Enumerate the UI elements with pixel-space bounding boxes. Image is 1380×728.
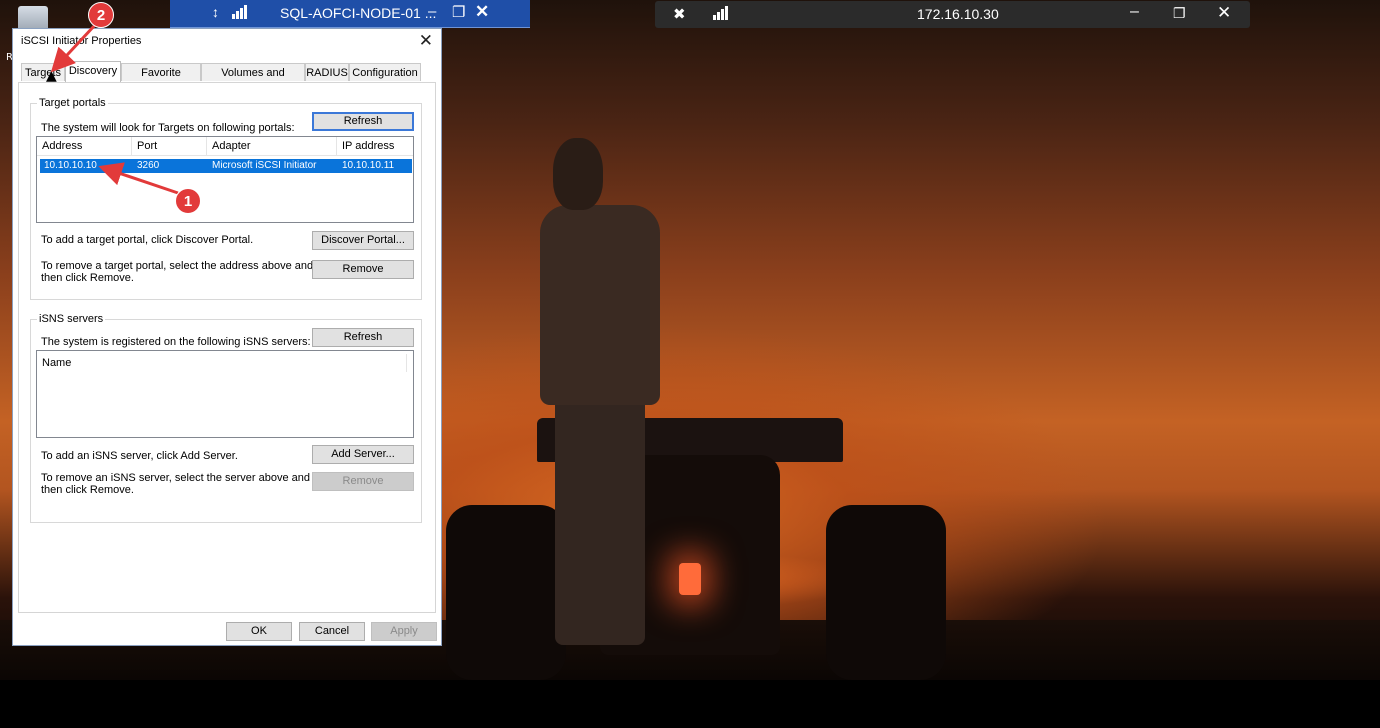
- car-left-wheel: [446, 505, 566, 680]
- car-rear-light: [679, 563, 701, 595]
- add-server-instructions: To add an iSNS server, click Add Server.: [41, 450, 238, 462]
- refresh-isns-button[interactable]: Refresh: [312, 328, 414, 347]
- annotation-badge-1: 1: [175, 188, 201, 214]
- remove-server-instructions-2: then click Remove.: [41, 484, 134, 496]
- isns-servers-group: iSNS servers The system is registered on…: [30, 313, 422, 523]
- remote-session-bar: ↕ SQL-AOFCI-NODE-01 ... – ❐ ✕: [170, 0, 530, 28]
- apply-button[interactable]: Apply: [371, 622, 437, 641]
- minimize-button[interactable]: –: [1130, 3, 1139, 21]
- list-header: Address Port Adapter IP address: [37, 137, 413, 156]
- close-icon[interactable]: ✕: [419, 31, 433, 51]
- table-row[interactable]: 10.10.10.10 3260 Microsoft iSCSI Initiat…: [40, 159, 412, 173]
- remove-portal-instructions-1: To remove a target portal, select the ad…: [41, 260, 314, 272]
- isns-servers-label: iSNS servers: [37, 313, 106, 325]
- close-button[interactable]: ✕: [475, 2, 489, 22]
- restore-button[interactable]: ❐: [1173, 5, 1186, 22]
- isns-description: The system is registered on the followin…: [41, 336, 311, 348]
- column-port[interactable]: Port: [132, 137, 207, 155]
- target-portals-list[interactable]: Address Port Adapter IP address 10.10.10…: [36, 136, 414, 223]
- unpin-icon[interactable]: ✖: [673, 5, 686, 23]
- target-portals-group: Target portals The system will look for …: [30, 97, 422, 300]
- column-ip-address[interactable]: IP address: [337, 137, 413, 155]
- add-server-button[interactable]: Add Server...: [312, 445, 414, 464]
- signal-icon[interactable]: [713, 6, 731, 23]
- discover-portal-button[interactable]: Discover Portal...: [312, 231, 414, 250]
- person-legs: [555, 395, 645, 645]
- target-portals-description: The system will look for Targets on foll…: [41, 122, 295, 134]
- connection-ip: 172.16.10.30: [917, 6, 999, 22]
- remove-server-instructions-1: To remove an iSNS server, select the ser…: [41, 472, 311, 484]
- add-portal-instructions: To add a target portal, click Discover P…: [41, 234, 254, 246]
- remove-portal-button[interactable]: Remove: [312, 260, 414, 279]
- person-body: [540, 205, 660, 405]
- connection-bar: ✖ 172.16.10.30 – ❐ ✕: [655, 1, 1250, 28]
- dialog-titlebar[interactable]: iSCSI Initiator Properties ✕: [13, 29, 441, 55]
- row-ip: 10.10.10.11: [342, 160, 395, 171]
- close-button[interactable]: ✕: [1217, 3, 1231, 23]
- remove-portal-instructions-2: then click Remove.: [41, 272, 134, 284]
- cancel-button[interactable]: Cancel: [299, 622, 365, 641]
- tab-favorite-targets[interactable]: Favorite Targets: [121, 63, 201, 97]
- column-name[interactable]: Name: [37, 354, 407, 372]
- bottom-black-bar: [0, 680, 1380, 728]
- target-portals-label: Target portals: [37, 97, 108, 109]
- remove-server-button[interactable]: Remove: [312, 472, 414, 491]
- signal-icon[interactable]: [232, 5, 250, 22]
- tab-volumes-and-devices[interactable]: Volumes and Devices: [201, 63, 305, 97]
- row-adapter: Microsoft iSCSI Initiator: [212, 160, 317, 171]
- isns-servers-list[interactable]: Name: [36, 350, 414, 438]
- minimize-button[interactable]: –: [428, 3, 436, 20]
- tab-configuration[interactable]: Configuration: [349, 63, 421, 81]
- refresh-portals-button[interactable]: Refresh: [312, 112, 414, 131]
- car-right-wheel: [826, 505, 946, 680]
- person-head: [553, 138, 603, 210]
- row-port: 3260: [137, 160, 160, 171]
- restore-button[interactable]: ❐: [452, 3, 465, 21]
- pin-icon[interactable]: ↕: [212, 4, 219, 20]
- remote-session-title: SQL-AOFCI-NODE-01 ...: [280, 5, 437, 21]
- column-adapter[interactable]: Adapter: [207, 137, 337, 155]
- tab-targets[interactable]: Targets: [21, 63, 65, 81]
- discovery-panel: Target portals The system will look for …: [18, 82, 436, 613]
- tab-discovery[interactable]: Discovery: [65, 61, 121, 82]
- row-address: 10.10.10.10: [44, 160, 97, 171]
- ok-button[interactable]: OK: [226, 622, 292, 641]
- list-header: Name: [37, 351, 413, 373]
- column-address[interactable]: Address: [37, 137, 132, 155]
- mouse-cursor-icon: ▲: [46, 68, 57, 84]
- iscsi-properties-dialog: iSCSI Initiator Properties ✕ Targets Dis…: [12, 28, 442, 646]
- annotation-badge-2: 2: [88, 2, 114, 28]
- dialog-title: iSCSI Initiator Properties: [21, 35, 142, 47]
- tab-radius[interactable]: RADIUS: [305, 63, 349, 81]
